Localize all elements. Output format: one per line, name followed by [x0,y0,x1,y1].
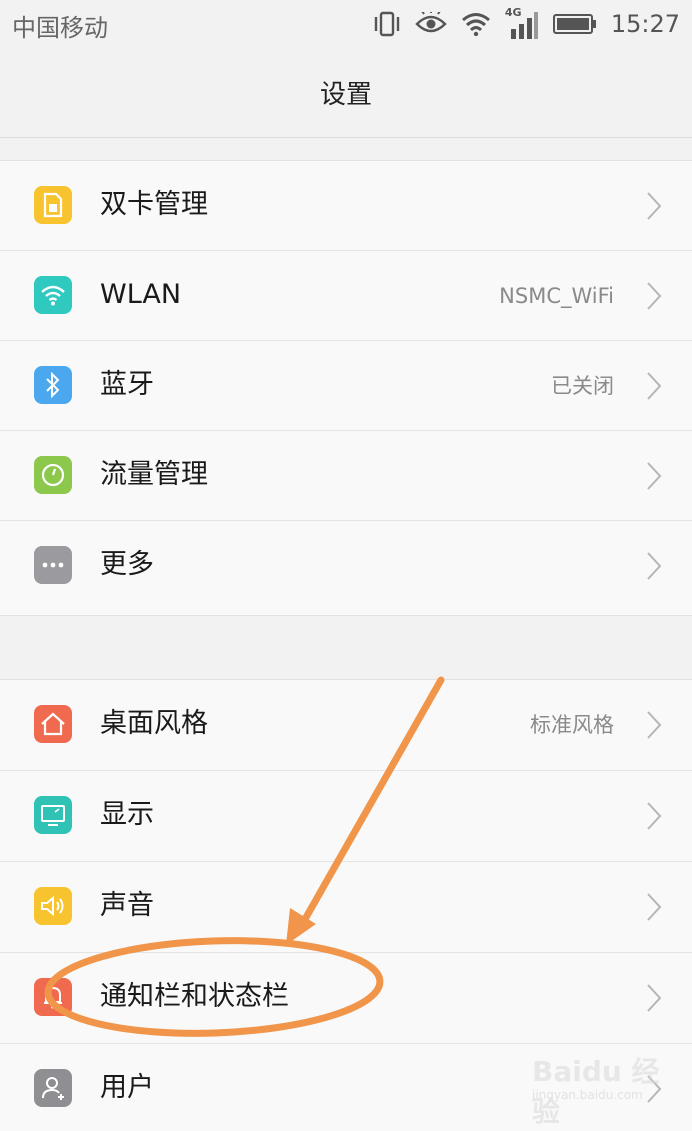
settings-item-label: 蓝牙 [100,369,154,400]
signal-bars-icon [510,12,538,39]
chevron-right-icon [647,192,662,220]
settings-item-label: 更多 [100,549,154,580]
settings-item-label: 桌面风格 [100,708,208,739]
display-icon [34,796,72,834]
home-icon [34,705,72,743]
eye-comfort-icon [415,12,447,33]
settings-item-dual-sim[interactable]: 双卡管理 [0,161,692,251]
chevron-right-icon [647,984,662,1012]
chevron-right-icon [647,462,662,490]
status-bar: 中国移动 4G 15:27 [0,0,692,48]
wifi-icon [34,276,72,314]
vibrate-icon [374,11,400,37]
settings-item-label: WLAN [100,279,182,310]
more-icon [34,546,72,584]
baidu-watermark: Baidu 经验 jingyan.baidu.com [532,1050,682,1128]
wifi-signal-icon [461,13,490,36]
settings-item-notifications[interactable]: 通知栏和状态栏 [0,953,692,1044]
sim-card-icon [34,186,72,224]
carrier-name: 中国移动 [12,14,108,42]
settings-item-more[interactable]: 更多 [0,521,692,611]
page-title: 设置 [319,80,372,110]
chevron-right-icon [647,711,662,739]
settings-item-label: 显示 [100,799,154,830]
settings-item-display[interactable]: 显示 [0,771,692,862]
settings-screen: 中国移动 4G 15:27 设置 双卡管理 WLAN NSMC_WiFi 蓝牙 … [0,0,692,1131]
cellular-signal: 4G [505,6,539,39]
bell-icon [34,978,72,1016]
settings-item-wlan[interactable]: WLAN NSMC_WiFi [0,251,692,341]
chevron-right-icon [647,282,662,310]
settings-item-label: 流量管理 [100,459,208,490]
settings-item-label: 声音 [100,890,154,921]
settings-item-label: 双卡管理 [100,189,208,220]
speaker-icon [34,887,72,925]
battery-icon [552,14,596,34]
settings-item-value: 标准风格 [530,713,614,737]
settings-group-network: 双卡管理 WLAN NSMC_WiFi 蓝牙 已关闭 流量管理 更多 [0,160,692,616]
clock: 15:27 [610,10,680,38]
bluetooth-icon [34,366,72,404]
watermark-url: jingyan.baidu.com [532,1088,643,1102]
chevron-right-icon [647,893,662,921]
settings-item-sound[interactable]: 声音 [0,862,692,953]
user-icon [34,1069,72,1107]
chevron-right-icon [647,552,662,580]
chevron-right-icon [647,802,662,830]
settings-item-label: 通知栏和状态栏 [100,981,289,1012]
settings-item-value: 已关闭 [551,374,614,398]
settings-item-label: 用户 [100,1072,154,1103]
settings-item-value: NSMC_WiFi [499,284,614,308]
title-bar: 设置 [0,48,692,138]
status-icons: 4G 15:27 [373,6,680,42]
settings-item-data-usage[interactable]: 流量管理 [0,431,692,521]
chevron-right-icon [647,372,662,400]
settings-item-bluetooth[interactable]: 蓝牙 已关闭 [0,341,692,431]
data-usage-icon [34,456,72,494]
settings-item-home-style[interactable]: 桌面风格 标准风格 [0,680,692,771]
